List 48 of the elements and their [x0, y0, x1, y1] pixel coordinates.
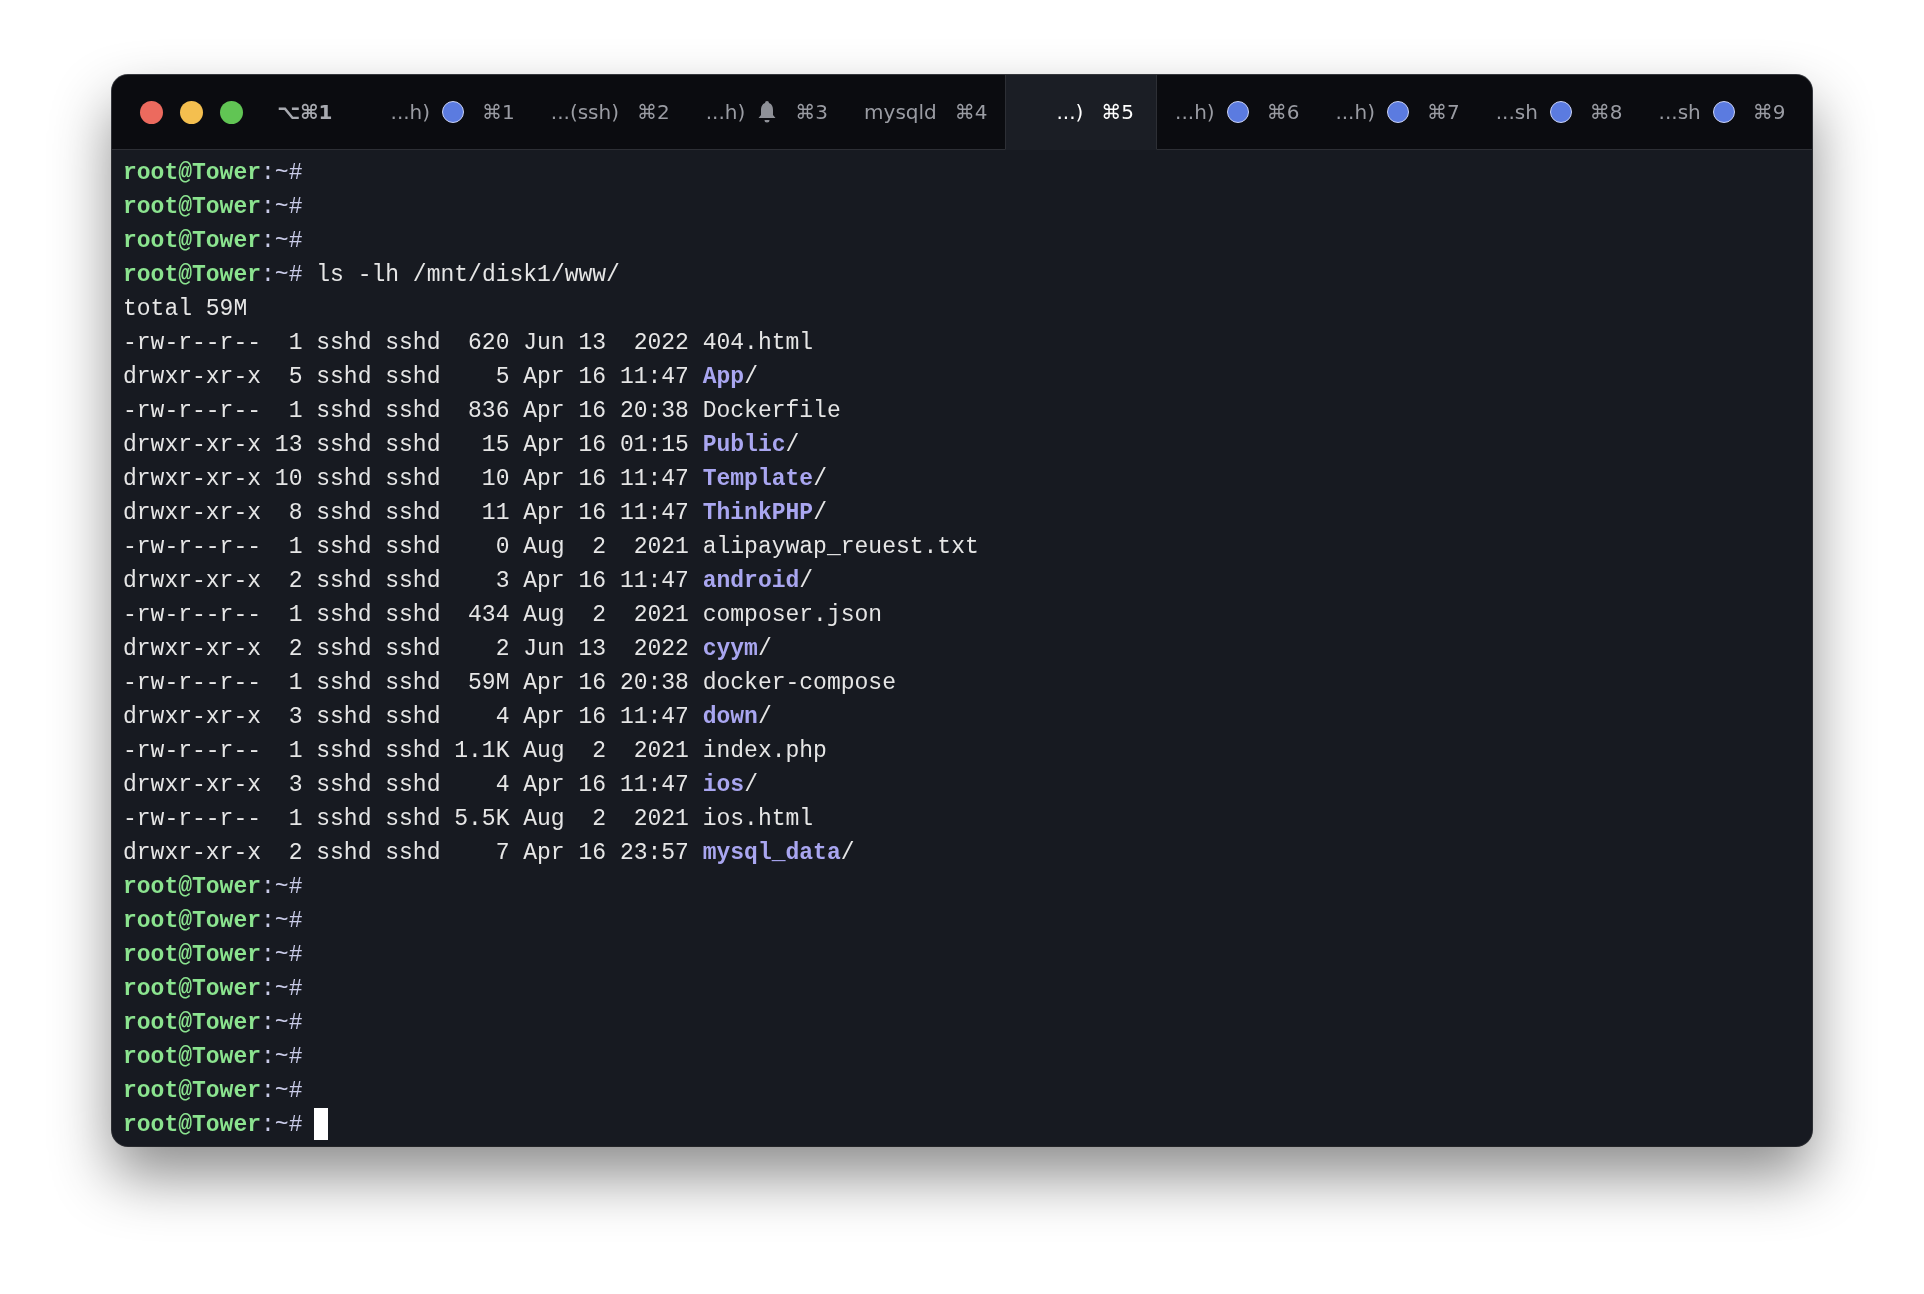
directory-listing-line: drwxr-xr-x 2 sshd sshd 7 Apr 16 23:57 mysql_data/	[123, 839, 855, 868]
file-listing-line: -rw-r--r-- 1 sshd sshd 59M Apr 16 20:38 docker-compose	[123, 669, 896, 698]
directory-listing-line: drwxr-xr-x 3 sshd sshd 4 Apr 16 11:47 ios/	[123, 771, 758, 800]
prompt-line: root@Tower:~#	[123, 227, 303, 256]
activity-dot-icon	[442, 101, 465, 123]
prompt-line: root@Tower:~#	[123, 159, 303, 188]
prompt-line: root@Tower:~#	[123, 193, 303, 222]
zoom-button[interactable]	[220, 100, 243, 124]
terminal-tab[interactable]: ...sh ⌘9	[1640, 75, 1804, 149]
prompt-line: root@Tower:~#	[123, 1077, 303, 1106]
window-shortcut: ⌥⌘1	[277, 99, 333, 126]
terminal-tab[interactable]: ...) ⌘5	[1005, 75, 1158, 150]
file-listing-line: -rw-r--r-- 1 sshd sshd 620 Jun 13 2022 404.html	[123, 329, 814, 358]
directory-listing-line: drwxr-xr-x 2 sshd sshd 3 Apr 16 11:47 android/	[123, 567, 814, 596]
directory-listing-line: drwxr-xr-x 10 sshd sshd 10 Apr 16 11:47 Template/	[123, 465, 827, 494]
bell-icon	[757, 100, 778, 124]
prompt-line: root@Tower:~#	[123, 907, 303, 936]
activity-dot-icon	[1712, 101, 1735, 123]
directory-listing-line: drwxr-xr-x 13 sshd sshd 15 Apr 16 01:15 Public/	[123, 431, 800, 460]
directory-listing-line: drwxr-xr-x 5 sshd sshd 5 Apr 16 11:47 App/	[123, 363, 758, 392]
prompt-line: root@Tower:~#	[123, 975, 303, 1004]
terminal-tab[interactable]: ...sh ⌘8	[1477, 75, 1641, 149]
prompt-line: root@Tower:~#	[123, 873, 303, 902]
terminal-tab[interactable]: ...h) ⌘1	[372, 75, 533, 149]
file-listing-line: -rw-r--r-- 1 sshd sshd 836 Apr 16 20:38 Dockerfile	[123, 397, 841, 426]
activity-dot-icon	[1549, 101, 1572, 123]
directory-listing-line: drwxr-xr-x 3 sshd sshd 4 Apr 16 11:47 down/	[123, 703, 772, 732]
prompt-line: root@Tower:~#	[123, 1043, 303, 1072]
terminal-line: total 59M	[123, 295, 248, 324]
terminal-tab[interactable]: ...h) ⌘6	[1157, 75, 1318, 149]
prompt-line: root@Tower:~#	[123, 941, 303, 970]
activity-dot-icon	[1226, 101, 1249, 123]
terminal-tab[interactable]: ...h) ⌘7	[1317, 75, 1478, 149]
terminal-tab[interactable]: ...h) ⌘3	[687, 75, 847, 149]
directory-listing-line: drwxr-xr-x 8 sshd sshd 11 Apr 16 11:47 ThinkPHP/	[123, 499, 827, 528]
close-button[interactable]	[140, 100, 163, 124]
activity-dot-icon	[1386, 101, 1409, 123]
minimize-button[interactable]	[180, 100, 203, 124]
file-listing-line: -rw-r--r-- 1 sshd sshd 434 Aug 2 2021 composer.json	[123, 601, 883, 630]
terminal-tab[interactable]: mysqld ⌘4	[846, 75, 1006, 149]
terminal-tab[interactable]: ...(ssh) ⌘2	[532, 75, 688, 149]
file-listing-line: -rw-r--r-- 1 sshd sshd 1.1K Aug 2 2021 index.php	[123, 737, 827, 766]
file-listing-line: -rw-r--r-- 1 sshd sshd 5.5K Aug 2 2021 ios.html	[123, 805, 814, 834]
prompt-line: root@Tower:~# ls -lh /mnt/disk1/www/	[123, 261, 620, 290]
file-listing-line: -rw-r--r-- 1 sshd sshd 0 Aug 2 2021 alipaywap_reuest.txt	[123, 533, 979, 562]
prompt-line: root@Tower:~#	[123, 1009, 303, 1038]
prompt-line: root@Tower:~#	[123, 1111, 303, 1140]
directory-listing-line: drwxr-xr-x 2 sshd sshd 2 Jun 13 2022 cyym/	[123, 635, 772, 664]
